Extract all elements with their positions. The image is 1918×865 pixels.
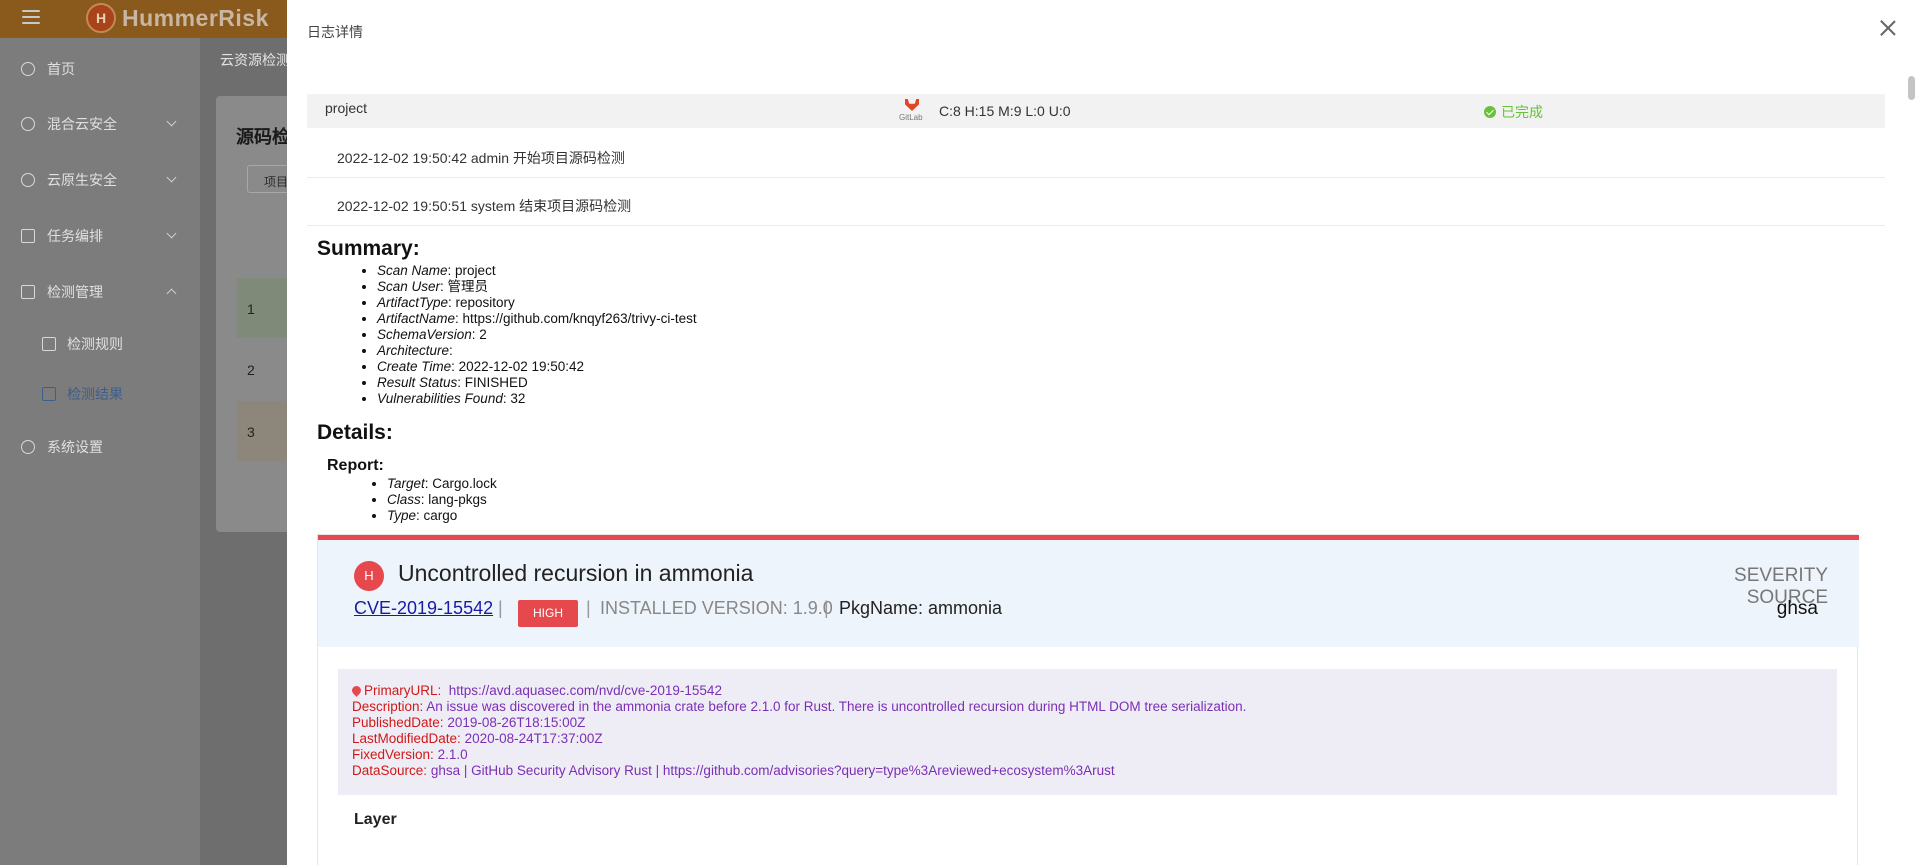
monitor-icon — [42, 387, 56, 401]
vulnerability-info: PrimaryURL: https://avd.aquasec.com/nvd/… — [338, 669, 1837, 795]
sidebar-item-task-orchestration[interactable]: 任务编排 — [0, 221, 200, 251]
log-entry: 2022-12-02 19:50:51 system 结束项目源码检测 — [307, 178, 1885, 226]
list-item: Type: cargo — [387, 508, 497, 524]
status-badge: 已完成 — [1484, 102, 1543, 122]
separator: | — [586, 598, 591, 618]
info-line: PublishedDate: 2019-08-26T18:15:00Z — [352, 715, 586, 730]
check-circle-icon — [1484, 106, 1496, 118]
list-item: Target: Cargo.lock — [387, 476, 497, 492]
status-text: 已完成 — [1501, 104, 1543, 120]
summary-heading: Summary: — [317, 237, 420, 260]
gear-icon — [21, 440, 35, 454]
summary-list: Scan Name: project Scan User: 管理员 Artifa… — [377, 263, 697, 407]
brand-name: HummerRisk — [122, 4, 269, 31]
package-name: PkgName: ammonia — [839, 598, 1003, 618]
severity-icon: H — [354, 561, 384, 591]
close-icon[interactable] — [1880, 20, 1896, 36]
drawer-title: 日志详情 — [307, 24, 363, 40]
breadcrumb[interactable]: 云资源检测 — [220, 50, 290, 70]
severity-source-value: ghsa — [1776, 598, 1818, 619]
list-item: ArtifactType: repository — [377, 295, 697, 311]
activity-icon — [42, 337, 56, 351]
log-details-drawer: 日志详情 project GitLab C:8 H:15 M:9 L:0 U:0… — [287, 0, 1918, 865]
list-item: Create Time: 2022-12-02 19:50:42 — [377, 359, 697, 375]
info-line: FixedVersion: 2.1.0 — [352, 747, 468, 762]
sidebar-item-detection-rules[interactable]: 检测规则 — [0, 329, 200, 359]
sidebar-item-label: 检测规则 — [67, 336, 123, 352]
sidebar-item-label: 检测管理 — [47, 284, 103, 300]
list-item: ArtifactName: https://github.com/knqyf26… — [377, 311, 697, 327]
severity-counts: C:8 H:15 M:9 L:0 U:0 — [939, 103, 1071, 119]
chevron-down-icon — [166, 116, 177, 127]
vulnerability-card: H Uncontrolled recursion in ammonia SEVE… — [317, 534, 1859, 865]
sidebar-item-label: 混合云安全 — [47, 116, 117, 132]
sidebar-item-settings[interactable]: 系统设置 — [0, 432, 200, 462]
list-item: Class: lang-pkgs — [387, 492, 497, 508]
list-item: Architecture: — [377, 343, 697, 359]
menu-icon[interactable] — [22, 10, 40, 24]
log-entry: 2022-12-02 19:50:42 admin 开始项目源码检测 — [307, 130, 1885, 178]
separator: | — [824, 598, 829, 618]
result-row: project GitLab C:8 H:15 M:9 L:0 U:0 已完成 — [307, 94, 1885, 128]
cve-link[interactable]: CVE-2019-15542 — [354, 598, 493, 619]
sidebar-item-label: 云原生安全 — [47, 172, 117, 188]
list-item: Vulnerabilities Found: 32 — [377, 391, 697, 407]
chevron-down-icon — [166, 228, 177, 239]
scrollbar[interactable] — [1907, 76, 1916, 865]
gitlab-icon: GitLab — [897, 99, 925, 125]
separator: | — [498, 598, 503, 618]
report-list: Target: Cargo.lock Class: lang-pkgs Type… — [387, 476, 497, 524]
cluster-icon — [21, 173, 35, 187]
report-heading: Report: — [327, 457, 384, 474]
sidebar-item-detection-management[interactable]: 检测管理 — [0, 277, 200, 307]
sidebar-item-cloud-native[interactable]: 云原生安全 — [0, 165, 200, 195]
list-item: SchemaVersion: 2 — [377, 327, 697, 343]
grid-icon — [21, 285, 35, 299]
layer-heading: Layer — [354, 811, 397, 828]
info-line: DataSource: ghsa | GitHub Security Advis… — [352, 763, 1115, 778]
sidebar-item-label: 首页 — [47, 61, 75, 77]
list-item: Scan User: 管理员 — [377, 279, 697, 295]
primary-url-link[interactable]: https://avd.aquasec.com/nvd/cve-2019-155… — [449, 683, 722, 698]
dashboard-icon — [21, 62, 35, 76]
list-item: Result Status: FINISHED — [377, 375, 697, 391]
chevron-down-icon — [166, 172, 177, 183]
gitlab-label: GitLab — [899, 113, 923, 122]
info-line: Description: An issue was discovered in … — [352, 699, 1247, 714]
sidebar-item-label: 系统设置 — [47, 439, 103, 455]
severity-badge: HIGH — [518, 600, 578, 627]
installed-version: INSTALLED VERSION: 1.9.0 — [600, 598, 833, 618]
sidebar-item-hybrid-cloud[interactable]: 混合云安全 — [0, 109, 200, 139]
list-item: Scan Name: project — [377, 263, 697, 279]
sidebar-item-label: 检测结果 — [67, 386, 123, 402]
sidebar-item-detection-results[interactable]: 检测结果 — [0, 379, 200, 409]
page-title: 源码检 — [236, 127, 290, 147]
info-line: PrimaryURL: https://avd.aquasec.com/nvd/… — [350, 683, 1837, 699]
app-logo[interactable]: H HummerRisk — [86, 2, 269, 34]
info-line: LastModifiedDate: 2020-08-24T17:37:00Z — [352, 731, 603, 746]
list-icon — [21, 229, 35, 243]
shield-logo-icon: H — [86, 3, 116, 33]
scroll-thumb[interactable] — [1908, 76, 1915, 100]
cloud-icon — [21, 117, 35, 131]
sidebar: 首页 混合云安全 云原生安全 任务编排 检测管理 检测规则 检测结果 系统设置 — [0, 38, 200, 865]
sidebar-item-home[interactable]: 首页 — [0, 54, 200, 84]
location-pin-icon — [350, 684, 363, 697]
chevron-up-icon — [166, 288, 177, 299]
sidebar-item-label: 任务编排 — [47, 228, 103, 244]
vulnerability-title: Uncontrolled recursion in ammonia — [398, 560, 754, 586]
vulnerability-header: H Uncontrolled recursion in ammonia SEVE… — [318, 540, 1859, 647]
project-name: project — [325, 100, 368, 116]
details-heading: Details: — [317, 421, 393, 444]
